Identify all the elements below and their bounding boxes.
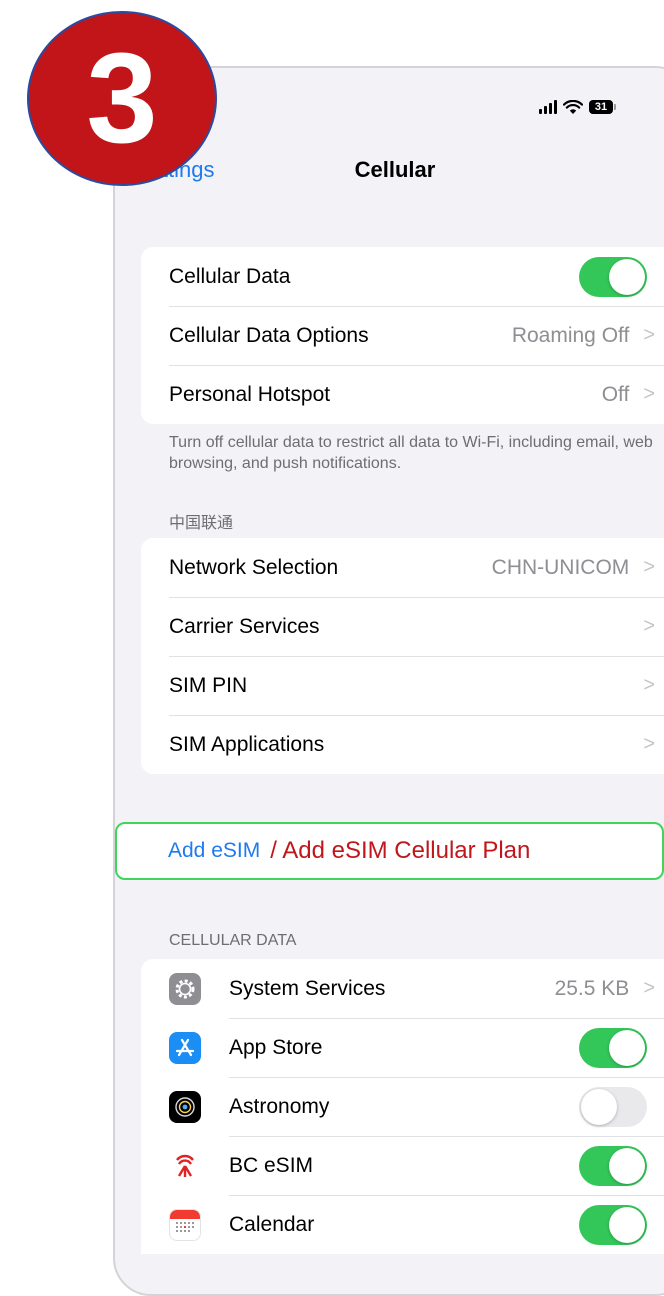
app-store-toggle[interactable]	[579, 1027, 647, 1068]
network-selection-row[interactable]: Network Selection CHN-UNICOM >	[141, 538, 664, 597]
step-number-badge: 3	[27, 11, 217, 186]
wifi-icon	[563, 99, 583, 114]
chevron-right-icon: >	[643, 615, 655, 637]
add-esim-highlight: Add eSIM / Add eSIM Cellular Plan	[115, 822, 664, 880]
carrier-header: 中国联通	[169, 515, 234, 532]
app-row-bc-esim[interactable]: BC eSIM	[141, 1136, 664, 1195]
chevron-right-icon: >	[643, 324, 655, 346]
calendar-toggle[interactable]	[579, 1204, 647, 1245]
cellular-data-footer: Turn off cellular data to restrict all d…	[169, 434, 653, 472]
cellular-main-group: Cellular Data Cellular Data Options Roam…	[141, 247, 664, 424]
carrier-services-row[interactable]: Carrier Services >	[141, 597, 664, 656]
calendar-icon	[169, 1208, 201, 1241]
chevron-right-icon: >	[643, 733, 655, 755]
app-usage-group: System Services 25.5 KB > App Store Astr…	[141, 959, 664, 1254]
app-row-astronomy[interactable]: Astronomy	[141, 1077, 664, 1136]
chevron-right-icon: >	[643, 977, 655, 999]
add-esim-button[interactable]: Add eSIM	[168, 839, 260, 863]
astronomy-toggle[interactable]	[579, 1086, 647, 1127]
annotation-label: / Add eSIM Cellular Plan	[270, 837, 531, 864]
cellular-data-header: CELLULAR DATA	[169, 932, 297, 949]
phone-screen: 31 Settings Cellular Cellular Data Cellu…	[113, 66, 664, 1296]
app-store-icon	[169, 1031, 201, 1064]
chevron-right-icon: >	[643, 674, 655, 696]
bc-esim-toggle[interactable]	[579, 1145, 647, 1186]
chevron-right-icon: >	[643, 556, 655, 578]
app-row-system-services[interactable]: System Services 25.5 KB >	[141, 959, 664, 1018]
astronomy-icon	[169, 1090, 201, 1123]
chevron-right-icon: >	[643, 383, 655, 405]
bc-esim-icon	[169, 1149, 201, 1182]
app-row-app-store[interactable]: App Store	[141, 1018, 664, 1077]
cellular-data-row[interactable]: Cellular Data	[141, 247, 664, 306]
battery-icon: 31	[589, 100, 616, 114]
sim-pin-row[interactable]: SIM PIN >	[141, 656, 664, 715]
app-row-calendar[interactable]: Calendar	[141, 1195, 664, 1254]
signal-icon	[539, 100, 557, 114]
page-title: Cellular	[354, 157, 436, 182]
gear-icon	[169, 972, 201, 1005]
carrier-group: Network Selection CHN-UNICOM > Carrier S…	[141, 538, 664, 774]
sim-applications-row[interactable]: SIM Applications >	[141, 715, 664, 774]
status-bar: 31	[539, 96, 616, 118]
cellular-data-toggle[interactable]	[579, 256, 647, 297]
cellular-data-options-row[interactable]: Cellular Data Options Roaming Off >	[141, 306, 664, 365]
personal-hotspot-row[interactable]: Personal Hotspot Off >	[141, 365, 664, 424]
